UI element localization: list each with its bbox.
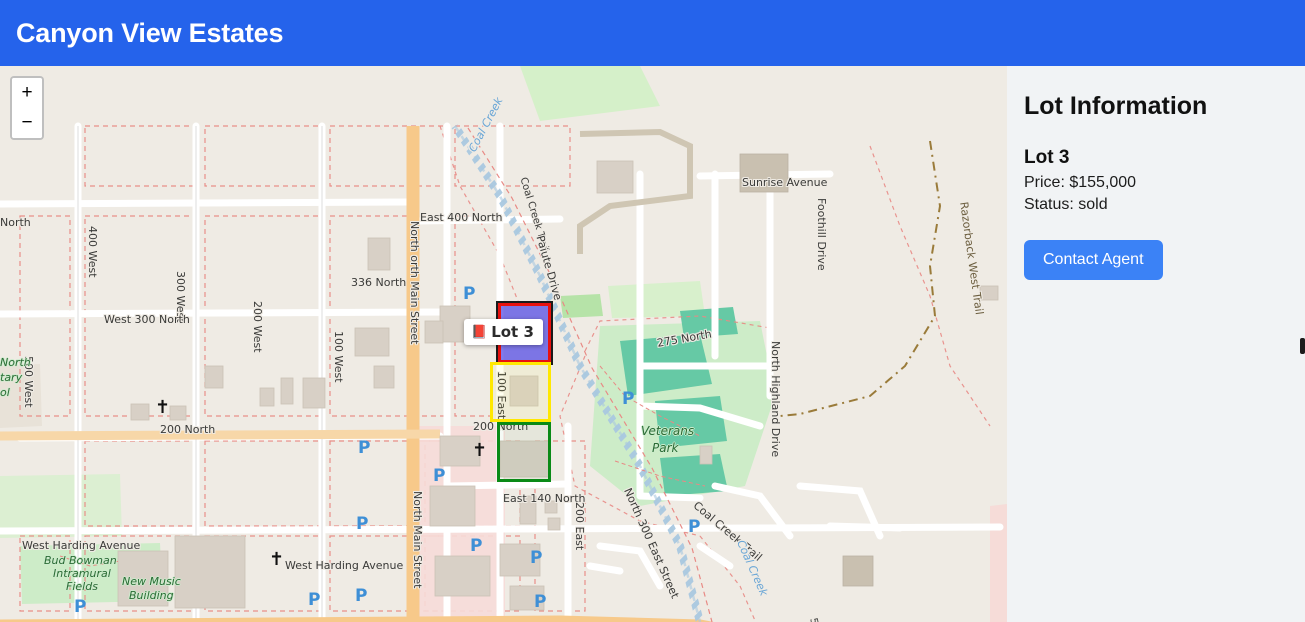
zoom-out-button[interactable]: −: [12, 108, 42, 138]
app-body: Coal Creek Coal Creek Trail Paiute Drive Su…: [0, 66, 1305, 622]
book-icon: 📕: [471, 324, 488, 340]
lot-polygon-available[interactable]: [497, 422, 551, 482]
app-root: Canyon View Estates Coal Creek Coal Cree…: [0, 0, 1305, 622]
lot-information-panel: Lot Information Lot 3 Price: $155,000 St…: [1007, 66, 1305, 622]
zoom-in-button[interactable]: +: [12, 78, 42, 108]
page-title: Canyon View Estates: [16, 17, 284, 48]
app-header: Canyon View Estates: [0, 0, 1305, 66]
lot-tooltip-label: Lot 3: [491, 323, 534, 341]
lot-polygon-pending[interactable]: [490, 362, 551, 422]
panel-title: Lot Information: [1024, 92, 1208, 120]
contact-agent-button[interactable]: Contact Agent: [1024, 240, 1163, 280]
scroll-indicator[interactable]: [1300, 338, 1305, 354]
map-container[interactable]: Coal Creek Coal Creek Trail Paiute Drive Su…: [0, 66, 1007, 622]
lot-status: Status: sold: [1024, 196, 1108, 213]
lot-name: Lot 3: [1024, 147, 1070, 168]
lot-tooltip: 📕 Lot 3: [464, 319, 543, 345]
lot-price: Price: $155,000: [1024, 174, 1137, 191]
zoom-control[interactable]: + −: [10, 76, 44, 140]
